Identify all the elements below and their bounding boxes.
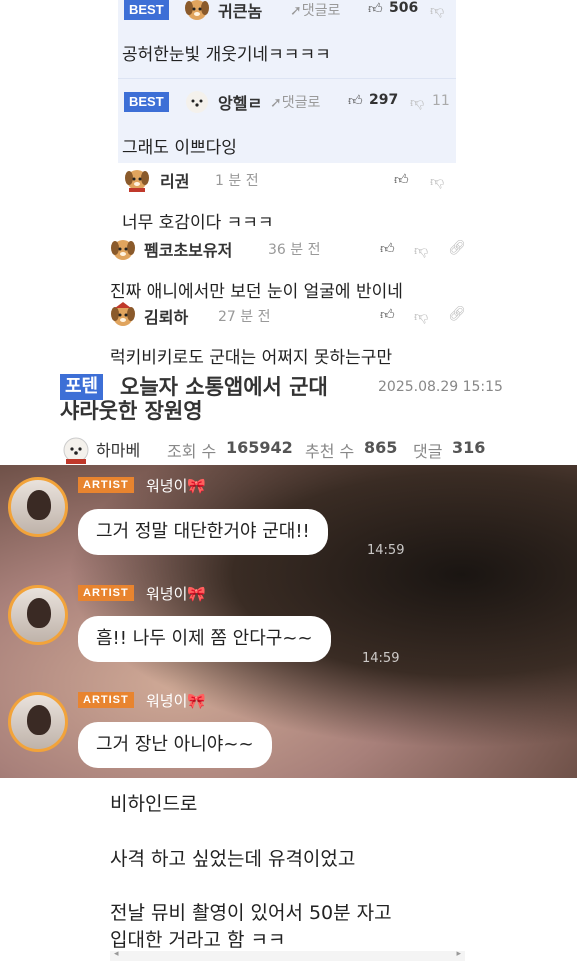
comment-time: 27 분 전 [218, 309, 271, 325]
chat-timestamp: 14:59 [362, 651, 400, 666]
post-body-line: 전날 뮤비 촬영이 있어서 50분 자고 [110, 902, 392, 924]
thumbs-down-icon[interactable]: 👎︎ [414, 242, 428, 259]
horizontal-scrollbar[interactable]: ◂ ▸ [110, 949, 465, 961]
artist-avatar [8, 585, 68, 645]
scroll-right-arrow-icon[interactable]: ▸ [456, 949, 461, 959]
chat-bubble: 그거 장난 아니야~~ [78, 722, 272, 768]
artist-badge: ARTIST [78, 692, 134, 708]
comment-nickname[interactable]: 펨코초보유저 [144, 237, 232, 261]
post-category-tag[interactable]: 포텐 [60, 374, 104, 400]
thumbs-down-icon[interactable]: 👎︎ [430, 2, 444, 19]
link-icon[interactable]: 🔗︎ [448, 306, 466, 322]
comment-nickname[interactable]: 리권 [160, 168, 189, 192]
scroll-left-arrow-icon[interactable]: ◂ [114, 949, 119, 959]
thumbs-up-icon[interactable]: 👍︎ [380, 306, 395, 323]
puppy-avatar-icon [110, 302, 136, 328]
thumbs-up-icon[interactable]: 👍︎ [368, 0, 383, 17]
chat-bubble: 그거 정말 대단한거야 군대!! [78, 509, 328, 555]
views-count: 165942 [226, 438, 293, 457]
post-body-line: 사격 하고 싶었는데 유격이었고 [110, 848, 356, 870]
best-badge: BEST [124, 92, 169, 112]
comment-text: 공허한눈빛 개웃기네ㅋㅋㅋㅋ [122, 45, 331, 65]
artist-name: 워녕이🎀 [146, 477, 207, 495]
thumbs-down-icon[interactable]: 👎︎ [414, 308, 428, 325]
thumbs-down-icon[interactable]: 👎︎ [430, 173, 444, 190]
artist-name: 워녕이🎀 [146, 692, 207, 710]
chat-timestamp: 14:59 [367, 543, 405, 558]
comment-nickname[interactable]: 앙헬ㄹ [218, 90, 262, 114]
puppy-avatar-icon [124, 166, 150, 192]
comment-nickname[interactable]: 귀큰놈 [218, 0, 262, 22]
reply-arrow-icon: ➚ [270, 95, 282, 111]
views-label: 조회 수 [167, 442, 217, 461]
comment-text: 그래도 이쁘다잉 [122, 138, 237, 158]
dislike-count: 11 [432, 93, 450, 109]
recommend-label: 추천 수 [305, 442, 355, 461]
comment-text: 진짜 애니에서만 보던 눈이 얼굴에 반이네 [110, 282, 403, 302]
puppy-avatar-icon [184, 0, 210, 22]
thumbs-up-icon[interactable]: 👍︎ [348, 92, 363, 109]
chat-bubble: 흠!! 나두 이제 쫌 안다구~~ [78, 616, 331, 662]
comment-nickname[interactable]: 김뢰하 [144, 304, 188, 328]
thumbs-down-icon[interactable]: 👎︎ [410, 94, 424, 111]
post-title-line2: 샤라웃한 장원영 [60, 399, 203, 423]
post-title-line1: 오늘자 소통앱에서 군대 [120, 375, 328, 399]
puppy-avatar-icon [184, 88, 210, 114]
artist-badge: ARTIST [78, 477, 134, 493]
comments-count[interactable]: 316 [452, 438, 485, 457]
author-avatar-icon [60, 432, 92, 464]
reply-arrow-icon: ➚ [290, 3, 302, 19]
artist-avatar [8, 477, 68, 537]
comment-time: 1 분 전 [215, 173, 259, 189]
artist-badge: ARTIST [78, 585, 134, 601]
post-author[interactable]: 하마베 [96, 437, 140, 461]
post-body-line: 비하인드로 [110, 793, 198, 815]
post-datetime: 2025.08.29 15:15 [378, 379, 503, 395]
artist-avatar [8, 692, 68, 752]
thumbs-up-icon[interactable]: 👍︎ [394, 171, 409, 188]
reply-button[interactable]: ➚댓글로 [270, 92, 320, 112]
comment-time: 36 분 전 [268, 242, 321, 258]
comment-text: 럭키비키로도 군대는 어쩌지 못하는구만 [110, 348, 393, 368]
reply-button[interactable]: ➚댓글로 [290, 0, 340, 20]
link-icon[interactable]: 🔗︎ [448, 240, 466, 256]
like-count: 297 [369, 92, 399, 108]
thumbs-up-icon[interactable]: 👍︎ [380, 240, 395, 257]
comments-label: 댓글 [413, 442, 443, 461]
like-count: 506 [389, 0, 419, 16]
best-badge: BEST [124, 0, 169, 20]
recommend-count: 865 [364, 438, 398, 457]
post-body-line: 입대한 거라고 함 ㅋㅋ [110, 929, 286, 951]
artist-name: 워녕이🎀 [146, 585, 207, 603]
puppy-avatar-icon [110, 236, 136, 262]
comment-text: 너무 호감이다 ㅋㅋㅋ [122, 213, 274, 233]
